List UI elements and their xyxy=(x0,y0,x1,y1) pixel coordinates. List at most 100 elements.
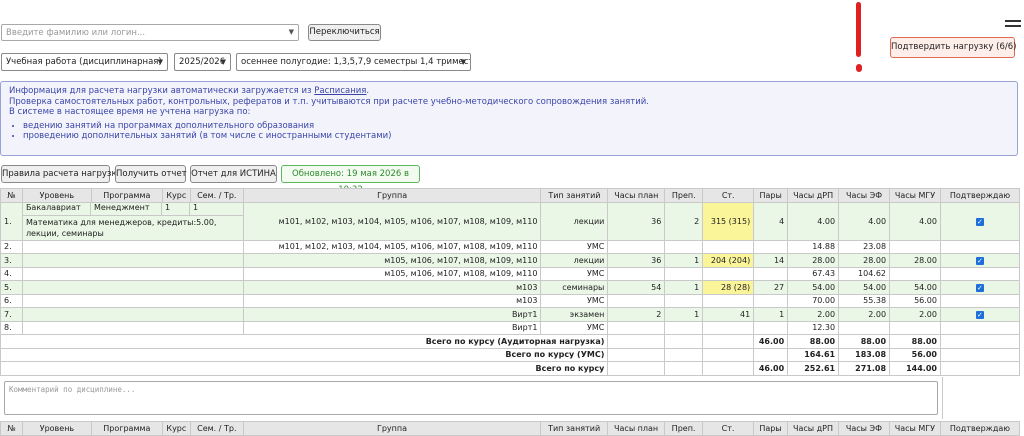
row-number: 8. xyxy=(0,320,23,335)
total-ef: 183.08 xyxy=(838,347,891,362)
col-header: Часы ЭФ xyxy=(837,421,890,436)
confirm-cell xyxy=(939,293,1021,308)
empty-cell xyxy=(21,253,244,268)
confirm-checkbox[interactable]: ✓ xyxy=(975,283,984,292)
ef-cell: 23.08 xyxy=(838,239,891,254)
col-header: Сем. / Тр. xyxy=(189,188,244,203)
semester-value: осеннее полугодие: 1,3,5,7,9 семестры 1,… xyxy=(241,57,471,67)
schedule-link[interactable]: Расписания xyxy=(314,86,366,96)
confirm-checkbox[interactable]: ✓ xyxy=(975,256,984,265)
confirm-checkbox[interactable]: ✓ xyxy=(975,310,984,319)
row-number: 3. xyxy=(0,253,23,268)
type-cell: лекции xyxy=(540,201,609,241)
row-number: 4. xyxy=(0,266,23,281)
type-cell: лекции xyxy=(540,253,609,268)
col-header: Тип занятий xyxy=(540,421,609,436)
ef-cell: 4.00 xyxy=(838,201,891,241)
work-type-select[interactable]: Учебная работа (дисциплинарная) ▼ xyxy=(1,53,168,71)
row-number: 2. xyxy=(0,239,23,254)
chevron-down-icon: ▼ xyxy=(220,58,226,66)
type-cell: УМС xyxy=(540,320,609,335)
plan-cell xyxy=(607,239,666,254)
prep-cell: 2 xyxy=(664,201,704,241)
mgu-cell: 28.00 xyxy=(889,253,941,268)
total-drp: 88.00 xyxy=(787,334,840,349)
students-cell xyxy=(702,293,755,308)
col-header: Группа xyxy=(242,421,542,436)
students-cell: 28 (28) xyxy=(702,280,755,295)
confirm-cell: ✓ xyxy=(939,201,1021,241)
get-report-button[interactable]: Получить отчет xyxy=(115,165,187,183)
col-header: № xyxy=(0,421,23,436)
mgu-cell: 2.00 xyxy=(889,307,941,322)
next-table-header: № Уровень Программа Курс Сем. / Тр. Груп… xyxy=(0,421,1021,436)
rules-button[interactable]: Правила расчета нагрузки xyxy=(1,165,122,183)
comment-input[interactable]: Комментарий по дисциплине... xyxy=(4,381,938,415)
drp-cell: 70.00 xyxy=(787,293,840,308)
group-cell: м101, м102, м103, м104, м105, м106, м107… xyxy=(242,239,542,254)
col-header: Часы МГУ xyxy=(888,421,941,436)
menu-icon[interactable] xyxy=(1005,20,1021,30)
mgu-cell: 56.00 xyxy=(889,293,941,308)
empty-cell xyxy=(21,320,244,335)
total-ef: 88.00 xyxy=(838,334,891,349)
semester-select[interactable]: осеннее полугодие: 1,3,5,7,9 семестры 1,… xyxy=(236,53,471,71)
confirm-load-button[interactable]: Подтвердить нагрузку (6/6) xyxy=(890,37,1016,58)
total-pairs xyxy=(753,347,789,362)
updated-status: Обновлено: 19 мая 2026 в 10:32 xyxy=(281,165,420,195)
total-pairs: 46.00 xyxy=(753,334,789,349)
col-header: Часы ЭФ xyxy=(838,188,891,203)
row-number: 6. xyxy=(0,293,23,308)
confirm-cell xyxy=(939,320,1021,335)
mgu-cell xyxy=(889,320,941,335)
type-cell: экзамен xyxy=(540,307,609,322)
col-header: Преп. xyxy=(664,421,704,436)
total-label: Всего по курсу (Аудиторная нагрузка) xyxy=(0,334,609,349)
col-header: Преп. xyxy=(664,188,704,203)
info-line-2: Проверка самостоятельных работ, контроль… xyxy=(9,96,649,107)
confirm-checkbox[interactable]: ✓ xyxy=(975,217,984,226)
istina-report-button[interactable]: Отчет для ИСТИНА xyxy=(190,165,277,183)
students-cell xyxy=(702,266,755,281)
table-row: 4. м105, м106, м107, м108, м109, м110 УМС 6… xyxy=(0,266,1021,281)
level: Бакалавриат xyxy=(23,202,91,215)
col-header: Уровень xyxy=(21,188,92,203)
col-header: Ст. xyxy=(702,421,754,436)
plan-cell: 36 xyxy=(607,201,666,241)
drp-cell: 14.88 xyxy=(787,239,840,254)
switch-button[interactable]: Переключиться xyxy=(308,24,381,41)
comment-placeholder: Комментарий по дисциплине... xyxy=(9,385,136,394)
confirm-cell: ✓ xyxy=(939,253,1021,268)
group-cell: м103 xyxy=(242,293,542,308)
plan-cell xyxy=(607,293,666,308)
pairs-cell xyxy=(753,266,789,281)
pairs-cell xyxy=(753,239,789,254)
total-mgu: 88.00 xyxy=(889,334,941,349)
plan-cell xyxy=(607,266,666,281)
col-header: Часы план xyxy=(607,421,666,436)
students-cell: 315 (315) xyxy=(702,201,755,241)
prep-cell xyxy=(664,320,704,335)
total-pairs: 46.00 xyxy=(753,361,789,376)
table-header-row: № Уровень Программа Курс Сем. / Тр. Груп… xyxy=(0,188,1021,203)
col-header: Курс xyxy=(161,421,191,436)
search-input[interactable]: Введите фамилию или логин... ▼ xyxy=(1,24,299,41)
empty-cell xyxy=(21,239,244,254)
ef-cell: 28.00 xyxy=(838,253,891,268)
total-label: Всего по курсу xyxy=(0,361,609,376)
mgu-cell xyxy=(889,239,941,254)
drp-cell: 4.00 xyxy=(787,201,840,241)
prep-cell xyxy=(664,293,704,308)
plan-cell: 2 xyxy=(607,307,666,322)
students-cell: 41 xyxy=(702,307,755,322)
students-cell: 204 (204) xyxy=(702,253,755,268)
semester: 1 xyxy=(192,202,199,212)
info-panel: Информация для расчета нагрузки автомати… xyxy=(0,81,1018,156)
mgu-cell: 54.00 xyxy=(889,280,941,295)
col-header: Часы МГУ xyxy=(889,188,941,203)
col-header: Курс xyxy=(161,188,191,203)
ef-cell: 55.38 xyxy=(838,293,891,308)
year-select[interactable]: 2025/2026 ▼ xyxy=(174,53,231,71)
pairs-cell: 1 xyxy=(753,307,789,322)
table-row: 7. Вирт1 экзамен 2 1 41 1 2.00 2.00 2.00 ✓ xyxy=(0,307,1021,322)
